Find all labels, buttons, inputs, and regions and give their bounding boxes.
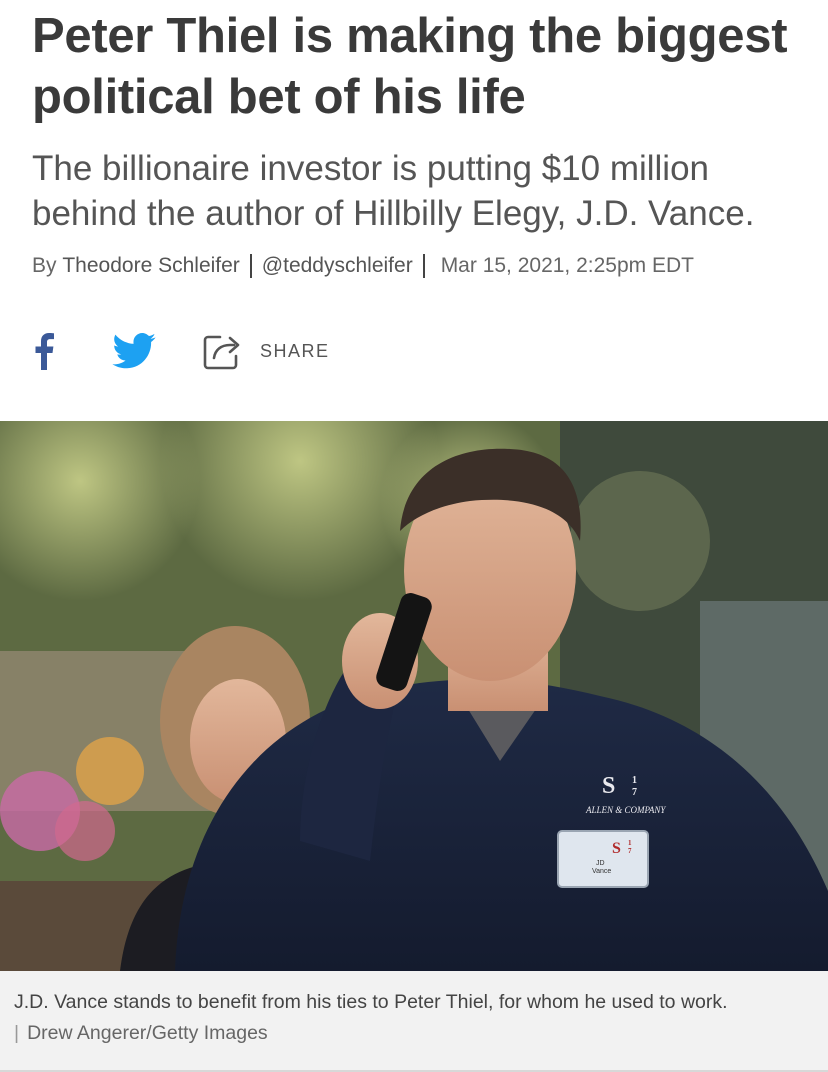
share-icon [203, 335, 240, 370]
social-share-bar: SHARE [32, 328, 330, 374]
lead-photo: S JD Vance S ALLEN & COMPANY 1717 [0, 421, 828, 971]
credit-text: Drew Angerer/Getty Images [27, 1022, 268, 1044]
byline: By Theodore Schleifer @teddyschleifer Ma… [32, 252, 694, 280]
article-dek: The billionaire investor is putting $10 … [32, 149, 755, 233]
publish-date: Mar 15, 2021, 2:25pm EDT [440, 254, 694, 277]
jacket-logo-superscript: 1 [632, 775, 637, 786]
facebook-icon[interactable] [32, 331, 56, 371]
badge-logo-superscript: 1 [628, 839, 632, 847]
byline-separator [422, 254, 425, 278]
badge-logo-subscript: 7 [628, 847, 632, 855]
badge-first-name: JD [596, 860, 605, 867]
jacket-brand: ALLEN & COMPANY [585, 805, 666, 815]
photo-credit: | Drew Angerer/Getty Images [14, 1017, 814, 1049]
share-label: SHARE [260, 340, 330, 361]
byline-prefix: By [32, 254, 57, 277]
badge-logo: S [612, 840, 621, 857]
badge-last-name: Vance [592, 868, 611, 875]
article-headline: Peter Thiel is making the biggest politi… [32, 9, 788, 124]
credit-separator: | [14, 1022, 20, 1044]
twitter-icon[interactable] [112, 331, 158, 371]
jacket-logo-subscript: 7 [632, 787, 637, 798]
byline-separator [249, 254, 252, 278]
photo-caption: J.D. Vance stands to benefit from his ti… [0, 971, 828, 1072]
author-handle-link[interactable]: @teddyschleifer [262, 254, 413, 278]
jacket-logo: S [602, 773, 615, 799]
share-button[interactable]: SHARE [202, 331, 330, 371]
caption-text: J.D. Vance stands to benefit from his ti… [14, 991, 728, 1013]
author-link[interactable]: Theodore Schleifer [62, 254, 239, 278]
